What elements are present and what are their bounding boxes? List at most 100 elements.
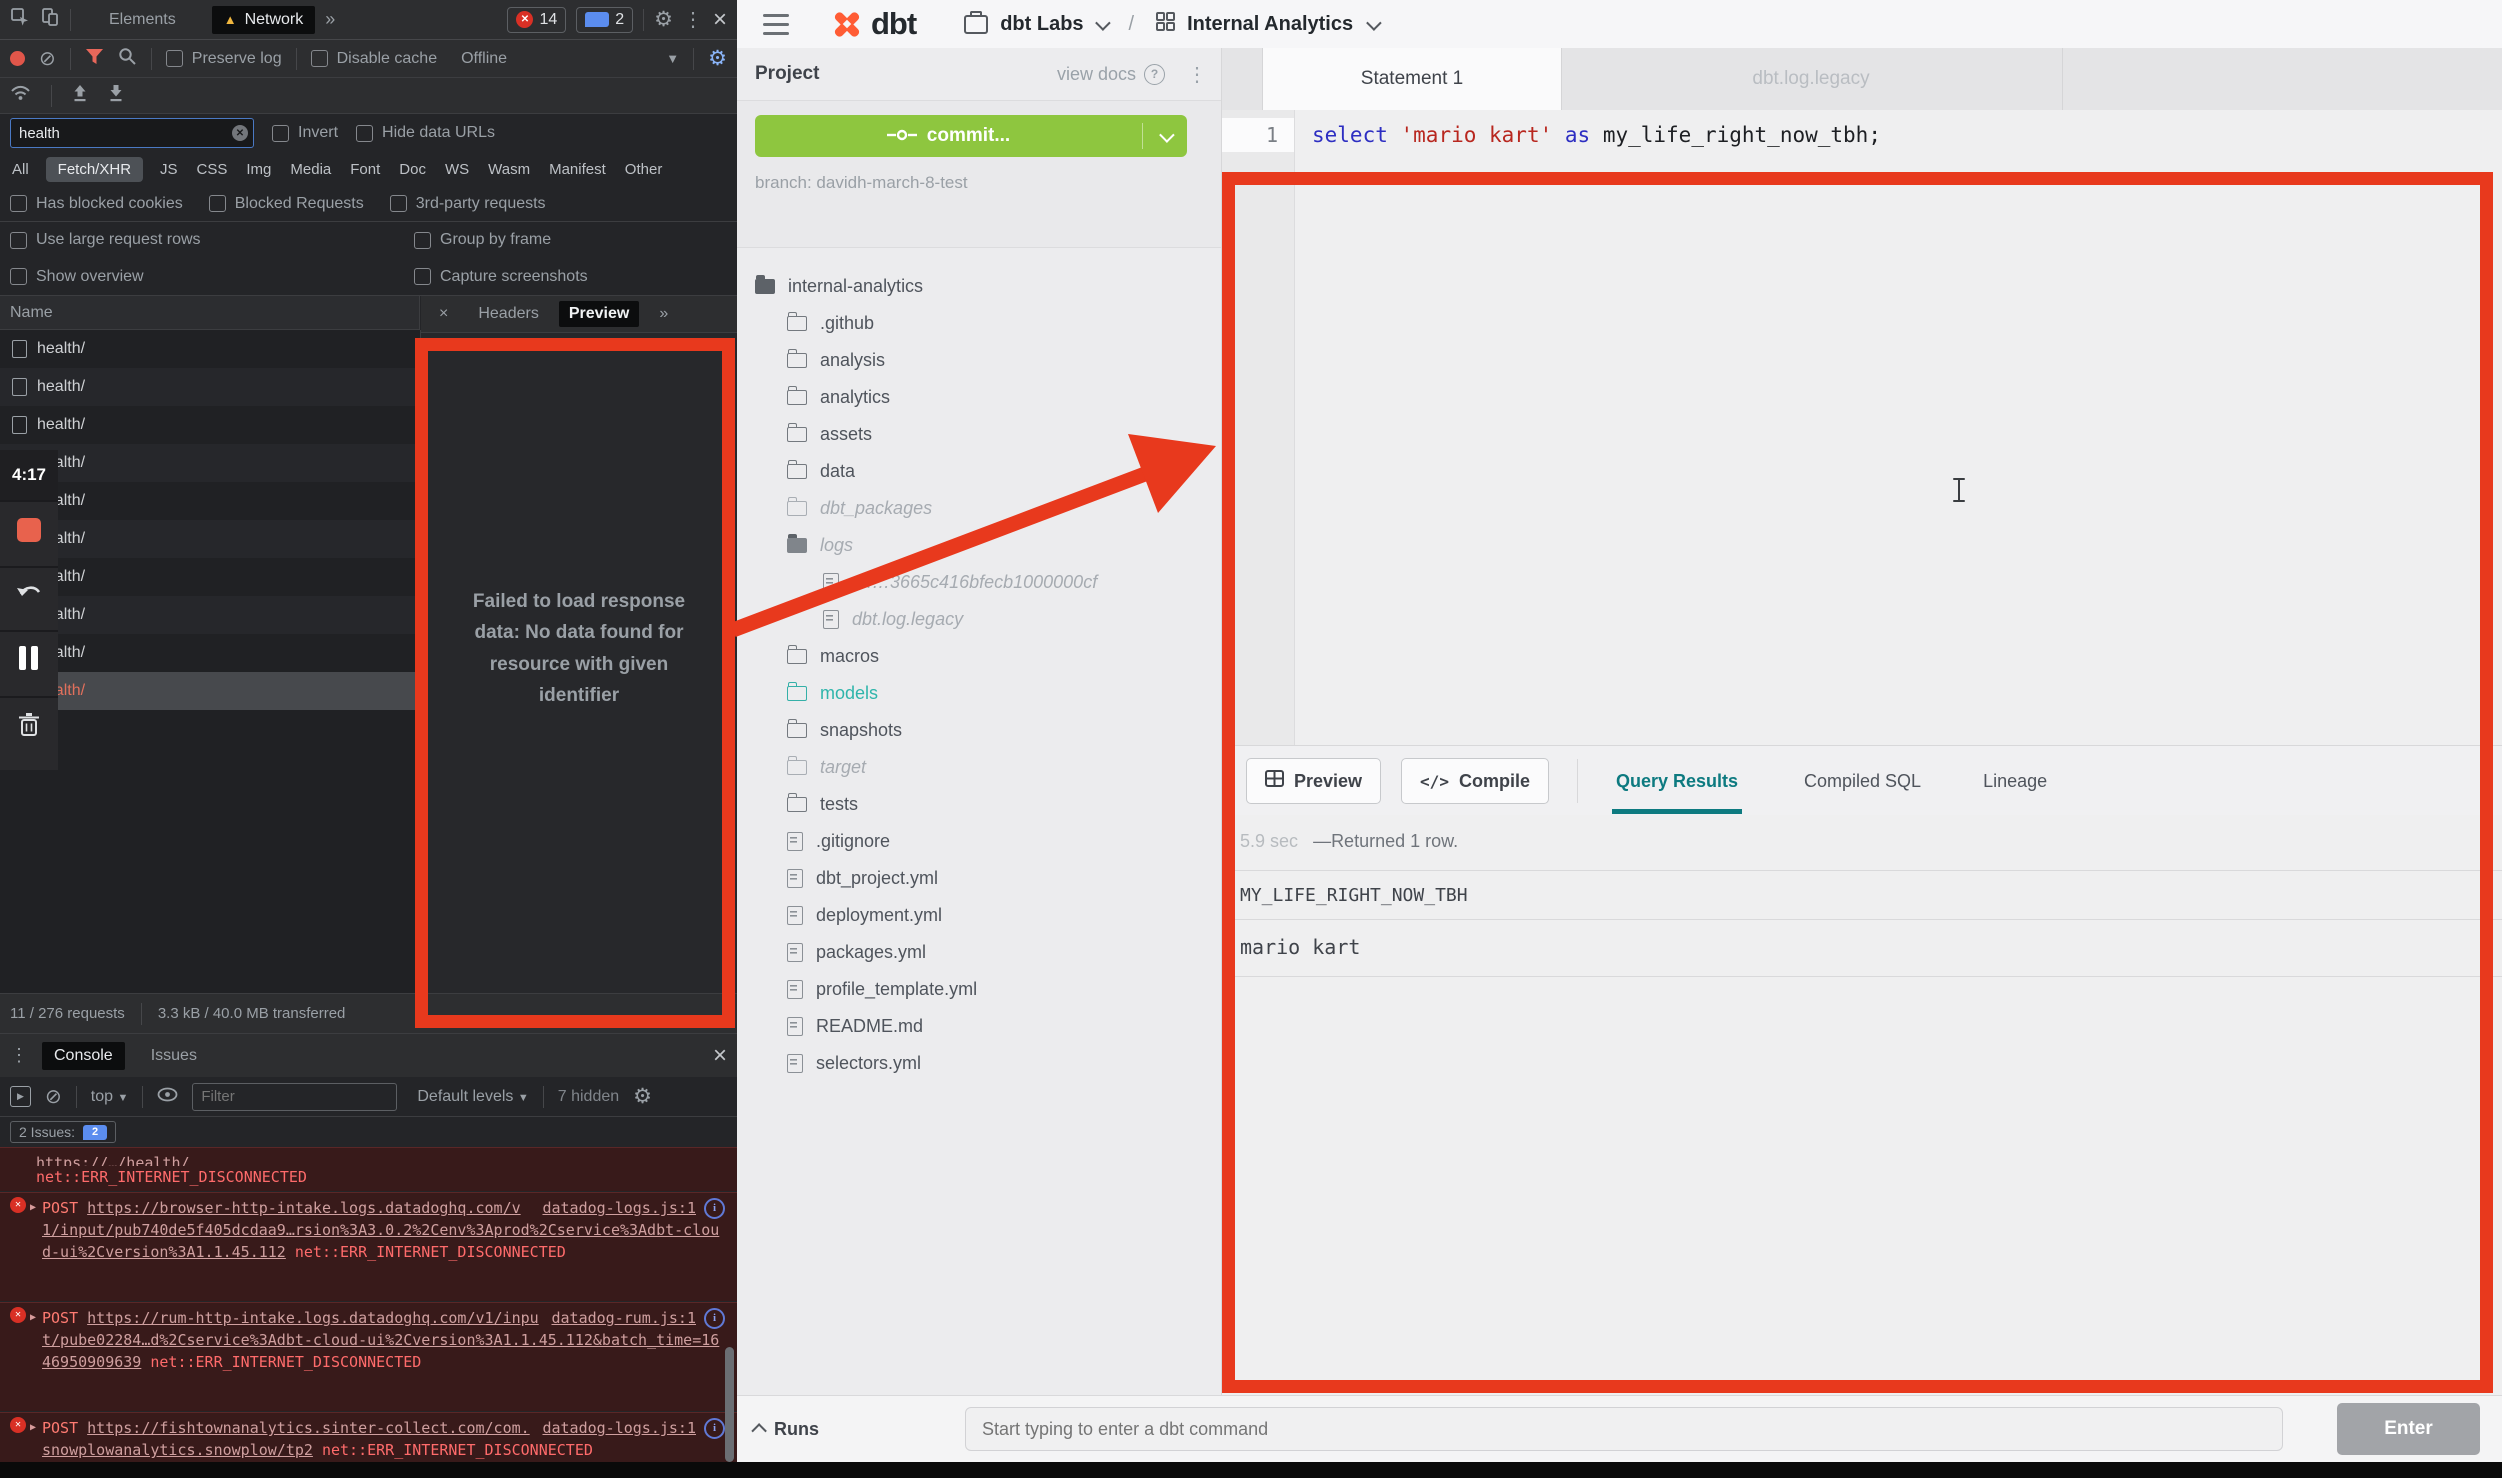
info-badge-icon[interactable]: i	[704, 1418, 725, 1439]
clear-icon[interactable]: ⊘	[39, 49, 56, 69]
kebab-menu-icon[interactable]: ⋮	[683, 7, 703, 32]
console-filter-input[interactable]	[192, 1083, 397, 1111]
tree-item[interactable]: snapshots	[787, 720, 902, 741]
type-filter-font[interactable]: Font	[348, 157, 382, 182]
console-kebab-icon[interactable]: ⋮	[10, 1045, 28, 1066]
type-filter-ws[interactable]: WS	[443, 157, 471, 182]
request-row[interactable]: health/	[0, 558, 420, 596]
view-docs-link[interactable]: view docs	[1057, 64, 1136, 85]
account-menu[interactable]: dbt Labs	[1000, 13, 1083, 36]
info-badge-icon[interactable]: i	[704, 1308, 725, 1329]
commit-button[interactable]: commit...	[755, 115, 1187, 157]
type-filter-css[interactable]: CSS	[195, 157, 230, 182]
export-har-icon[interactable]	[108, 84, 124, 108]
context-select[interactable]: top ▼	[91, 1088, 129, 1106]
issues-badge[interactable]: 2	[576, 7, 633, 33]
help-icon[interactable]: ?	[1144, 64, 1165, 85]
invert-checkbox[interactable]: Invert	[272, 124, 338, 142]
type-filter-fetch-xhr[interactable]: Fetch/XHR	[46, 157, 143, 182]
tree-item[interactable]: .github	[787, 313, 874, 334]
info-badge-icon[interactable]: i	[704, 1198, 725, 1219]
show-overview-checkbox[interactable]: Show overview	[10, 268, 400, 286]
tree-item[interactable]: target	[787, 757, 866, 778]
clear-filter-icon[interactable]: ✕	[232, 125, 248, 141]
error-badge[interactable]: ✕ 14	[507, 7, 566, 33]
stop-recording-button[interactable]	[17, 518, 41, 542]
tree-item-models[interactable]: models	[787, 683, 878, 704]
search-icon[interactable]	[118, 47, 137, 71]
filter-funnel-icon[interactable]	[85, 48, 104, 70]
more-detail-tabs-icon[interactable]: »	[649, 301, 678, 327]
close-console-icon[interactable]: ×	[713, 1042, 727, 1070]
tree-item[interactable]: data	[787, 461, 855, 482]
device-toolbar-icon[interactable]	[40, 7, 60, 32]
request-row[interactable]: health/	[0, 444, 420, 482]
network-filter-input[interactable]	[10, 118, 254, 148]
more-tabs-icon[interactable]: »	[325, 9, 335, 30]
pause-recording-button[interactable]	[17, 646, 41, 670]
hamburger-menu-icon[interactable]	[763, 14, 789, 35]
inspect-icon[interactable]	[10, 7, 30, 32]
issues-summary[interactable]: 2 Issues: 2	[10, 1121, 116, 1143]
delete-recording-button[interactable]	[17, 712, 41, 743]
request-row[interactable]: health/	[0, 520, 420, 558]
request-row[interactable]: health/	[0, 368, 420, 406]
tree-item[interactable]: dbt_project.yml	[787, 868, 938, 889]
type-filter-other[interactable]: Other	[623, 157, 665, 182]
expand-caret-icon[interactable]: ▶	[30, 1197, 36, 1219]
clear-console-icon[interactable]: ⊘	[45, 1087, 62, 1107]
record-icon[interactable]	[10, 51, 25, 66]
dbt-command-input[interactable]	[965, 1407, 2283, 1451]
console-sidebar-icon[interactable]: ▶	[10, 1086, 31, 1107]
tree-item[interactable]: assets	[787, 424, 872, 445]
panel-kebab-icon[interactable]: ⋮	[1187, 62, 1207, 87]
console-error[interactable]: ✕ ▶ datadog-rum.js:1i POST https://rum-h…	[0, 1302, 737, 1411]
request-row[interactable]: health/	[0, 482, 420, 520]
close-detail-icon[interactable]: ×	[429, 301, 458, 327]
source-link[interactable]: datadog-logs.js:1	[542, 1417, 696, 1439]
disable-cache-checkbox[interactable]: Disable cache	[311, 50, 438, 68]
tree-item[interactable]: packages.yml	[787, 942, 926, 963]
console-scrollbar-thumb[interactable]	[725, 1347, 734, 1462]
throttling-select[interactable]: Offline	[461, 50, 507, 68]
tree-item[interactable]: macros	[787, 646, 879, 667]
request-row[interactable]: health/	[0, 634, 420, 672]
type-filter-doc[interactable]: Doc	[397, 157, 428, 182]
enter-button[interactable]: Enter	[2337, 1403, 2480, 1455]
tree-item[interactable]: analytics	[787, 387, 890, 408]
account-caret-icon[interactable]	[1095, 15, 1111, 31]
throttling-caret-icon[interactable]: ▼	[666, 51, 679, 66]
tree-item[interactable]: .nf…3665c416bfecb1000000cf	[823, 572, 1097, 593]
request-row-selected[interactable]: health/	[0, 672, 420, 710]
source-link[interactable]: datadog-logs.js:1	[542, 1197, 696, 1219]
tree-item[interactable]: analysis	[787, 350, 885, 371]
tree-item[interactable]: tests	[787, 794, 858, 815]
request-row[interactable]: health/	[0, 596, 420, 634]
third-party-requests-checkbox[interactable]: 3rd-party requests	[390, 195, 546, 213]
levels-select[interactable]: Default levels ▼	[417, 1088, 528, 1106]
hide-data-urls-checkbox[interactable]: Hide data URLs	[356, 124, 495, 142]
request-table-header[interactable]: Name	[0, 296, 420, 330]
tree-item[interactable]: dbt_packages	[787, 498, 932, 519]
project-menu[interactable]: Internal Analytics	[1187, 13, 1353, 36]
console-error[interactable]: ✕ ▶ datadog-logs.js:1i POST https://brow…	[0, 1192, 737, 1301]
request-row[interactable]: health/	[0, 330, 420, 368]
expand-caret-icon[interactable]: ▶	[30, 1417, 36, 1439]
tree-item-root[interactable]: internal-analytics	[755, 276, 923, 297]
type-filter-media[interactable]: Media	[288, 157, 333, 182]
import-har-icon[interactable]	[72, 84, 88, 108]
tree-item[interactable]: profile_template.yml	[787, 979, 977, 1000]
type-filter-wasm[interactable]: Wasm	[486, 157, 532, 182]
preserve-log-checkbox[interactable]: Preserve log	[166, 50, 282, 68]
commit-dropdown-caret-icon[interactable]	[1143, 131, 1187, 142]
tab-preview[interactable]: Preview	[559, 301, 639, 327]
tab-statement-1[interactable]: Statement 1	[1262, 48, 1562, 110]
name-column-header[interactable]: Name	[10, 304, 53, 322]
network-conditions-icon[interactable]	[10, 85, 31, 106]
settings-gear-icon[interactable]: ⚙	[654, 7, 673, 32]
tree-item[interactable]: selectors.yml	[787, 1053, 921, 1074]
request-row[interactable]: health/	[0, 406, 420, 444]
clipped-request-url[interactable]: https://…/health/	[36, 1152, 725, 1166]
type-filter-manifest[interactable]: Manifest	[547, 157, 608, 182]
network-settings-gear-icon[interactable]: ⚙	[708, 46, 727, 71]
